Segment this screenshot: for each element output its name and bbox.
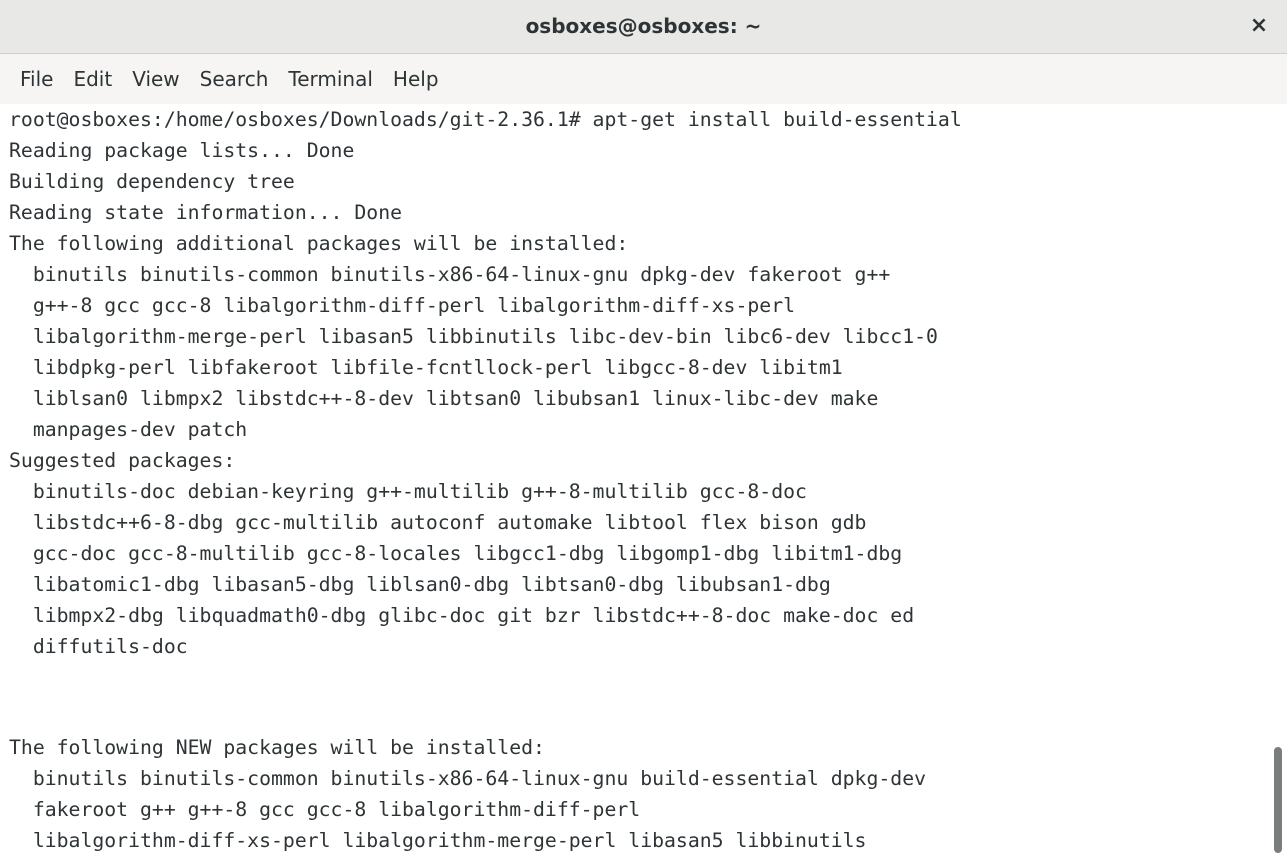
terminal-line: The following additional packages will b… xyxy=(9,232,629,255)
terminal-line: liblsan0 libmpx2 libstdc++-8-dev libtsan… xyxy=(9,387,879,410)
terminal-line: libatomic1-dbg libasan5-dbg liblsan0-dbg… xyxy=(9,573,831,596)
close-icon[interactable]: × xyxy=(1243,10,1275,42)
terminal-line: libalgorithm-merge-perl libasan5 libbinu… xyxy=(9,325,938,348)
scrollbar-thumb[interactable] xyxy=(1274,747,1282,853)
window-title: osboxes@osboxes: ~ xyxy=(525,14,762,38)
terminal-line: root@osboxes:/home/osboxes/Downloads/git… xyxy=(9,108,962,131)
terminal-line: g++-8 gcc gcc-8 libalgorithm-diff-perl l… xyxy=(9,294,796,317)
terminal-line: libstdc++6-8-dbg gcc-multilib autoconf a… xyxy=(9,511,867,534)
terminal-line: diffutils-doc xyxy=(9,635,188,658)
terminal-line: libalgorithm-diff-xs-perl libalgorithm-m… xyxy=(9,829,867,852)
terminal-line: Suggested packages: xyxy=(9,449,236,472)
terminal-output[interactable]: root@osboxes:/home/osboxes/Downloads/git… xyxy=(0,104,1287,863)
terminal-line: Reading state information... Done xyxy=(9,201,403,224)
terminal-line: Reading package lists... Done xyxy=(9,139,355,162)
terminal-line: The following NEW packages will be insta… xyxy=(9,736,545,759)
menu-view[interactable]: View xyxy=(122,54,189,104)
menu-bar: File Edit View Search Terminal Help xyxy=(0,54,1287,104)
menu-search[interactable]: Search xyxy=(190,54,279,104)
terminal-line: binutils binutils-common binutils-x86-64… xyxy=(9,767,927,790)
terminal-line: fakeroot g++ g++-8 gcc gcc-8 libalgorith… xyxy=(9,798,641,821)
terminal-line: Building dependency tree xyxy=(9,170,295,193)
terminal-line: libmpx2-dbg libquadmath0-dbg glibc-doc g… xyxy=(9,604,915,627)
terminal-line: binutils-doc debian-keyring g++-multilib… xyxy=(9,480,807,503)
terminal-line: binutils binutils-common binutils-x86-64… xyxy=(9,263,891,286)
terminal-line: libdpkg-perl libfakeroot libfile-fcntllo… xyxy=(9,356,843,379)
menu-edit[interactable]: Edit xyxy=(63,54,122,104)
menu-file[interactable]: File xyxy=(10,54,63,104)
title-bar[interactable]: osboxes@osboxes: ~ × xyxy=(0,0,1287,54)
terminal-line: manpages-dev patch xyxy=(9,418,248,441)
menu-terminal[interactable]: Terminal xyxy=(278,54,383,104)
vertical-scrollbar[interactable] xyxy=(1271,104,1285,863)
terminal-window: osboxes@osboxes: ~ × File Edit View Sear… xyxy=(0,0,1287,863)
terminal-line: gcc-doc gcc-8-multilib gcc-8-locales lib… xyxy=(9,542,903,565)
menu-help[interactable]: Help xyxy=(383,54,449,104)
